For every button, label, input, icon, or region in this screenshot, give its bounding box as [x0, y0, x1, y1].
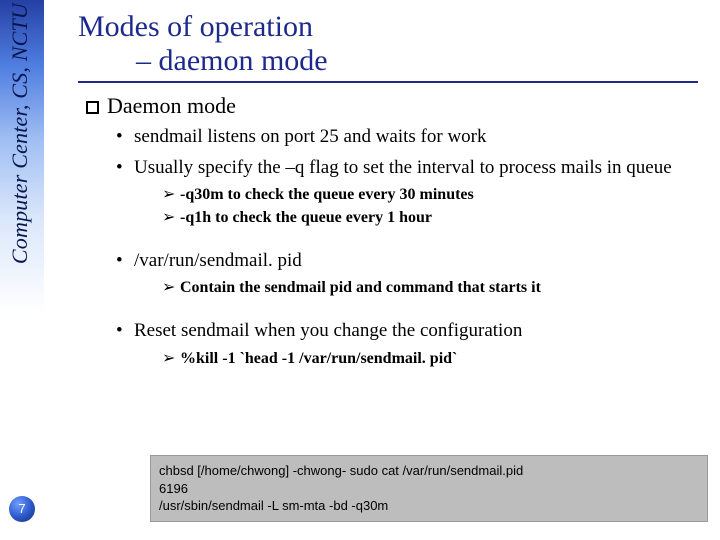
terminal-line: chbsd [/home/chwong] -chwong- sudo cat /…: [159, 463, 523, 478]
page-number-badge: 7: [9, 496, 35, 522]
terminal-line: 6196: [159, 481, 188, 496]
list-item: /var/run/sendmail. pid Contain the sendm…: [116, 249, 708, 298]
slide: Computer Center, CS, NCTU 7 Modes of ope…: [0, 0, 720, 540]
section: Daemon mode sendmail listens on port 25 …: [86, 93, 708, 369]
page-title: Modes of operation – daemon mode: [78, 10, 708, 77]
bullet-text: /var/run/sendmail. pid: [134, 250, 302, 271]
bullet-list-level1: Reset sendmail when you change the confi…: [116, 319, 708, 368]
bullet-text: -q1h to check the queue every 1 hour: [180, 209, 432, 226]
section-heading-text: Daemon mode: [107, 93, 236, 118]
list-item: Usually specify the –q flag to set the i…: [116, 156, 708, 229]
bullet-text: Contain the sendmail pid and command tha…: [180, 279, 541, 296]
bullet-text: -q30m to check the queue every 30 minute…: [180, 186, 474, 203]
list-item: -q30m to check the queue every 30 minute…: [162, 184, 708, 205]
terminal-line: /usr/sbin/sendmail -L sm-mta -bd -q30m: [159, 498, 388, 513]
bullet-list-level2: Contain the sendmail pid and command tha…: [162, 277, 708, 298]
checkbox-bullet-icon: [86, 101, 99, 114]
bullet-list-level1: sendmail listens on port 25 and waits fo…: [116, 125, 708, 228]
sidebar-label: Computer Center, CS, NCTU: [7, 3, 33, 264]
section-heading: Daemon mode: [86, 93, 708, 119]
list-item: -q1h to check the queue every 1 hour: [162, 207, 708, 228]
bullet-list-level2: -q30m to check the queue every 30 minute…: [162, 184, 708, 228]
list-item: Contain the sendmail pid and command tha…: [162, 277, 708, 298]
list-item: Reset sendmail when you change the confi…: [116, 319, 708, 368]
bullet-text: %kill -1 `head -1 /var/run/sendmail. pid…: [180, 350, 457, 367]
list-item: %kill -1 `head -1 /var/run/sendmail. pid…: [162, 348, 708, 369]
title-divider: [78, 81, 698, 83]
bullet-list-level1: /var/run/sendmail. pid Contain the sendm…: [116, 249, 708, 298]
bullet-text: sendmail listens on port 25 and waits fo…: [134, 126, 487, 147]
sidebar-gradient: Computer Center, CS, NCTU: [0, 0, 44, 540]
title-line-1: Modes of operation: [78, 10, 708, 44]
list-item: sendmail listens on port 25 and waits fo…: [116, 125, 708, 149]
bullet-list-level2: %kill -1 `head -1 /var/run/sendmail. pid…: [162, 348, 708, 369]
title-line-2: – daemon mode: [78, 44, 708, 78]
bullet-text: Usually specify the –q flag to set the i…: [134, 157, 672, 178]
bullet-text: Reset sendmail when you change the confi…: [134, 320, 522, 341]
terminal-output: chbsd [/home/chwong] -chwong- sudo cat /…: [150, 455, 708, 522]
